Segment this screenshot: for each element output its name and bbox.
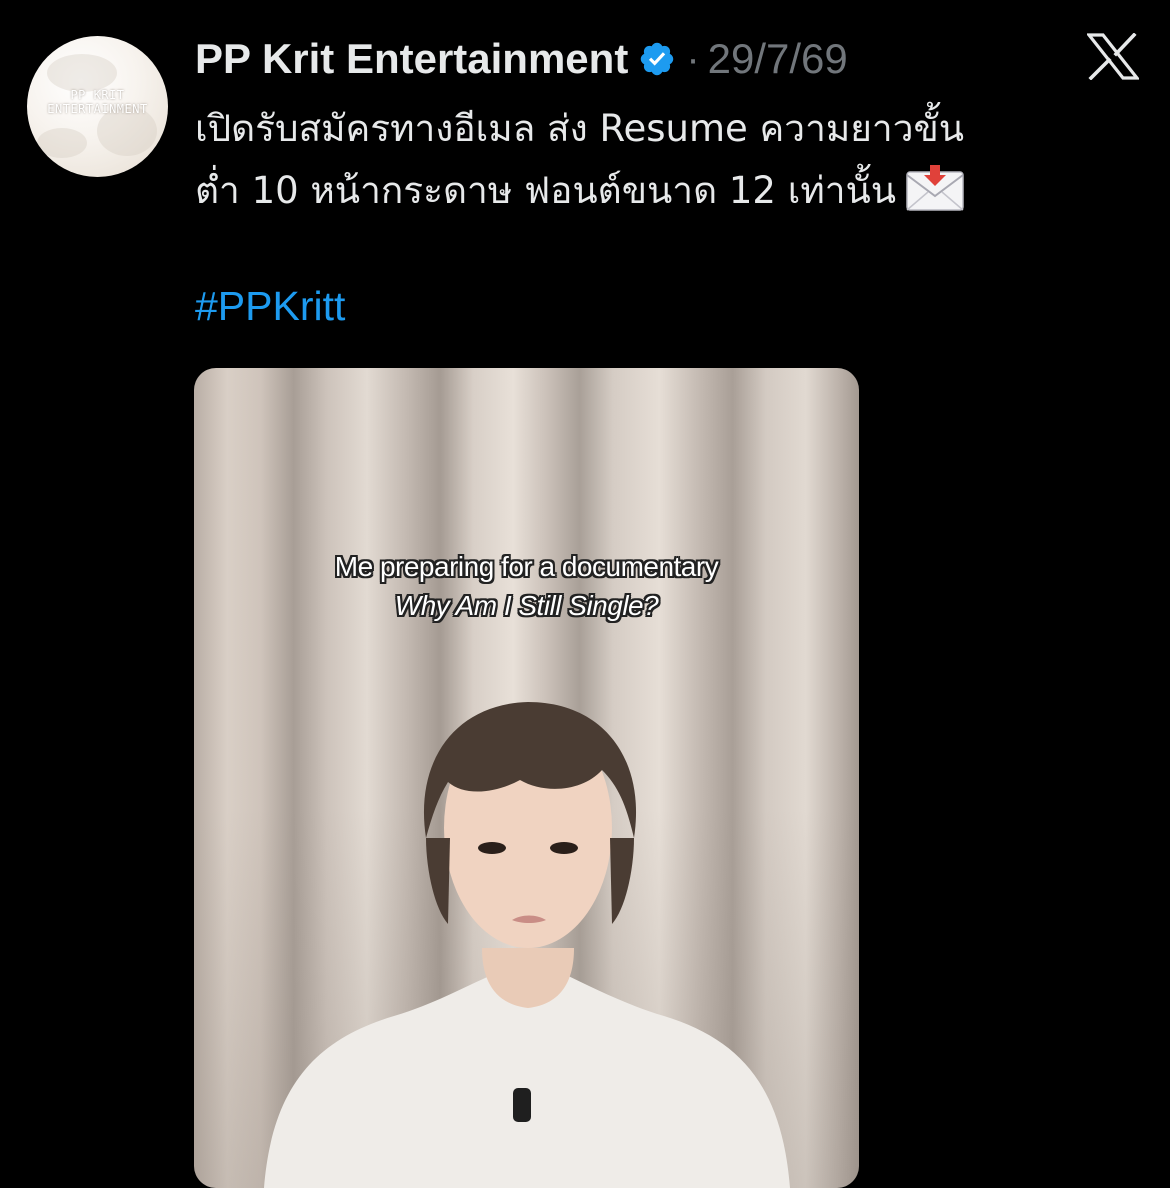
avatar-wordmark-line1: PP KRIT — [70, 88, 125, 102]
post-text-line-content: ต่ำ 10 หน้ากระดาษ ฟอนต์ขนาด 12 เท่านั้น — [195, 169, 897, 212]
post-date[interactable]: 29/7/69 — [708, 35, 848, 83]
avatar-wordmark: PP KRIT ENTERTAINMENT — [35, 88, 160, 116]
hashtag-link[interactable]: #PPKritt — [195, 283, 345, 330]
post-text: เปิดรับสมัครทางอีเมล ส่ง Resume ความยาวข… — [195, 98, 1125, 222]
envelope-with-arrow-icon — [906, 164, 964, 211]
person-figure — [264, 702, 790, 1188]
video-caption-line2: Why Am I Still Single? — [394, 590, 659, 621]
header-separator: · — [686, 36, 700, 81]
x-logo-icon — [1087, 33, 1139, 80]
avatar[interactable]: PP KRIT ENTERTAINMENT — [27, 36, 168, 177]
verified-badge-icon — [641, 42, 674, 76]
author-display-name[interactable]: PP Krit Entertainment — [195, 35, 628, 83]
post-text-line: ต่ำ 10 หน้ากระดาษ ฟอนต์ขนาด 12 เท่านั้น — [195, 160, 1125, 222]
video-caption-line1: Me preparing for a documentary — [334, 551, 719, 582]
post-text-line: เปิดรับสมัครทางอีเมล ส่ง Resume ความยาวข… — [195, 107, 965, 150]
avatar-wordmark-line2: ENTERTAINMENT — [47, 102, 148, 116]
post-header: PP Krit Entertainment · 29/7/69 — [195, 30, 848, 88]
video-thumbnail[interactable]: Me preparing for a documentary Why Am I … — [194, 368, 859, 1188]
